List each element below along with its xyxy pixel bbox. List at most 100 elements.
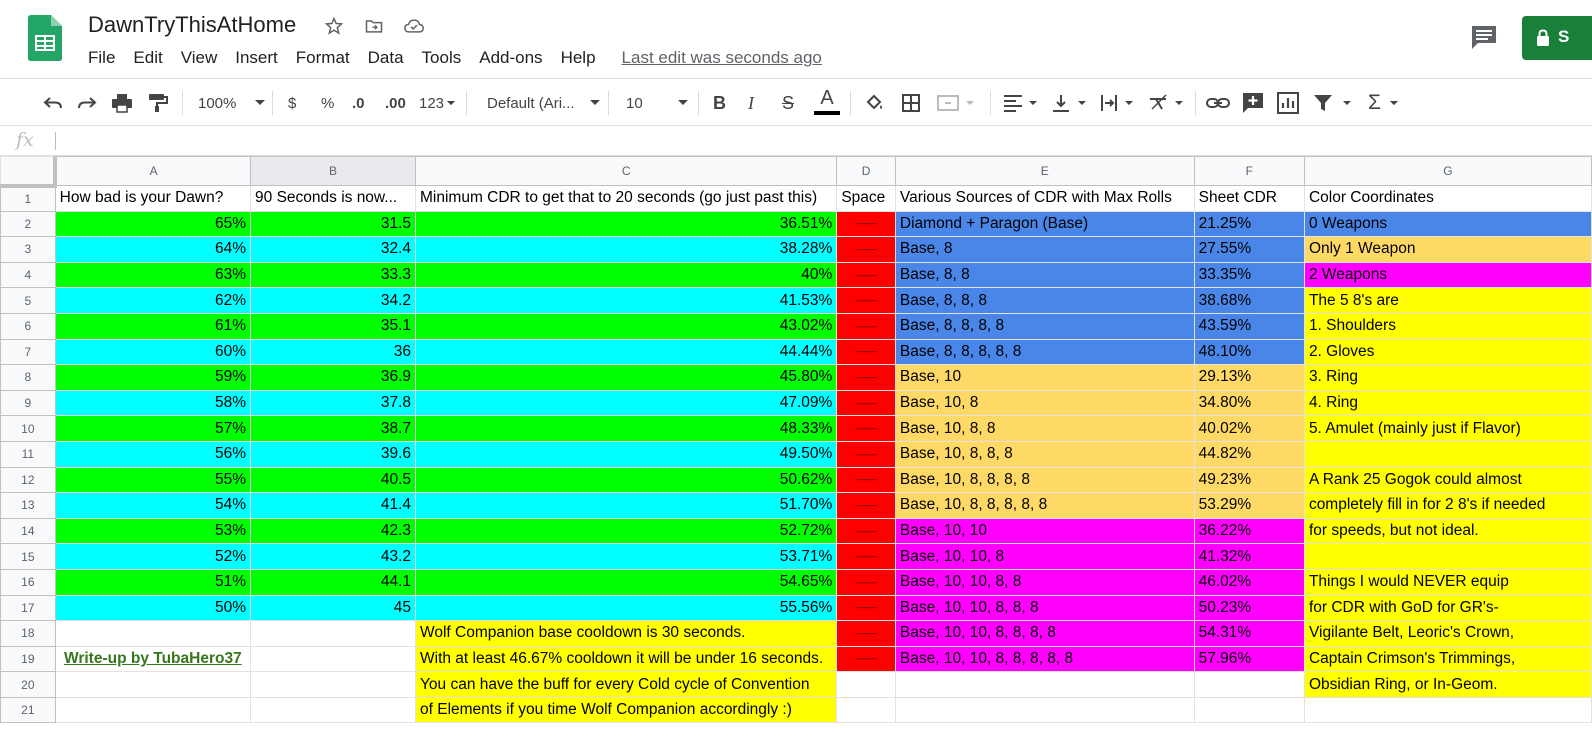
cell[interactable] [250, 671, 416, 698]
cell[interactable]: 36.9 [250, 364, 416, 391]
cell[interactable]: Base, 10, 10, 8, 8, 8, 8 [894, 620, 1195, 647]
cell[interactable]: 53.71% [414, 543, 838, 570]
cell[interactable]: 2 Weapons [1303, 261, 1592, 289]
cell[interactable]: Vigilante Belt, Leoric's Crown, [1303, 620, 1592, 647]
cell[interactable]: Captain Crimson's Trimmings, [1303, 645, 1592, 673]
cell[interactable]: 44.1 [250, 568, 416, 596]
move-folder-icon[interactable] [362, 14, 386, 38]
cell[interactable]: 61% [54, 312, 252, 340]
cell[interactable]: 32.4 [250, 236, 416, 263]
cell[interactable]: -------- [836, 568, 896, 596]
cell[interactable]: 42.3 [250, 517, 416, 545]
cell[interactable] [250, 645, 416, 673]
cell[interactable]: 46.02% [1193, 568, 1305, 596]
cell[interactable]: 4. Ring [1303, 389, 1592, 417]
cell[interactable]: -------- [836, 620, 896, 647]
cell[interactable]: 21.25% [1193, 210, 1305, 238]
row-header[interactable]: 6 [0, 312, 56, 340]
increase-decimal-button[interactable]: .00 [385, 91, 406, 115]
cell[interactable]: 40.02% [1193, 415, 1305, 442]
cell[interactable]: Base, 8, 8, 8, 8, 8 [894, 338, 1195, 366]
cell[interactable]: Sheet CDR [1193, 185, 1305, 212]
cell[interactable]: Base, 10, 8, 8, 8, 8 [894, 466, 1195, 494]
row-header[interactable]: 16 [0, 568, 56, 596]
row-header[interactable]: 15 [0, 543, 56, 570]
last-edit-link[interactable]: Last edit was seconds ago [622, 46, 822, 70]
text-color-button[interactable]: A [814, 87, 840, 119]
select-all-corner[interactable] [0, 156, 58, 188]
cell[interactable]: 1. Shoulders [1303, 312, 1592, 340]
cell[interactable]: 43.2 [250, 543, 416, 570]
cell[interactable]: -------- [836, 287, 896, 314]
cell[interactable]: Diamond + Paragon (Base) [894, 210, 1195, 238]
cell[interactable]: 38.68% [1193, 287, 1305, 314]
cell[interactable]: 56% [54, 440, 252, 468]
cell[interactable]: 0 Weapons [1303, 210, 1592, 238]
horizontal-align-icon[interactable] [1003, 91, 1041, 115]
cell[interactable]: You can have the buff for every Cold cyc… [414, 671, 838, 698]
cell[interactable]: Color Coordinates [1303, 185, 1592, 212]
cloud-saved-icon[interactable] [402, 14, 426, 38]
cell[interactable]: 60% [54, 338, 252, 366]
borders-icon[interactable] [901, 91, 921, 115]
cell[interactable]: 53% [54, 517, 252, 545]
cell[interactable]: How bad is your Dawn? [54, 185, 252, 212]
cell[interactable]: 47.09% [414, 389, 838, 417]
cell[interactable]: 34.80% [1193, 389, 1305, 417]
cell[interactable]: 41.32% [1193, 543, 1305, 570]
cell[interactable]: Base, 10, 10, 8 [894, 543, 1195, 570]
cell[interactable]: 35.1 [250, 312, 416, 340]
cell[interactable]: 50.62% [414, 466, 838, 494]
row-header[interactable]: 20 [0, 671, 56, 698]
menu-format[interactable]: Format [296, 46, 350, 70]
cell[interactable]: of Elements if you time Wolf Companion a… [414, 696, 838, 724]
row-header[interactable]: 4 [0, 261, 56, 289]
menu-file[interactable]: File [88, 46, 115, 70]
cell[interactable]: 3. Ring [1303, 364, 1592, 391]
cell[interactable]: 58% [54, 389, 252, 417]
cell[interactable]: Things I would NEVER equip [1303, 568, 1592, 596]
cell[interactable]: 64% [54, 236, 252, 263]
cell[interactable]: -------- [836, 415, 896, 442]
cell[interactable]: -------- [836, 440, 896, 468]
writeup-link[interactable]: Write-up by TubaHero37 [54, 645, 252, 673]
fill-color-icon[interactable] [864, 91, 884, 115]
row-header[interactable]: 21 [0, 696, 56, 724]
cell[interactable]: 36.22% [1193, 517, 1305, 545]
cell[interactable]: 51% [54, 568, 252, 596]
cell[interactable]: 53.29% [1193, 492, 1305, 519]
insert-chart-icon[interactable] [1277, 91, 1299, 115]
cell[interactable] [894, 696, 1195, 724]
document-title[interactable]: DawnTryThisAtHome [88, 12, 296, 38]
cell[interactable]: Base, 10, 10, 8, 8, 8 [894, 594, 1195, 622]
column-header-f[interactable]: F [1193, 156, 1305, 186]
cell[interactable]: 34.2 [250, 287, 416, 314]
cell[interactable]: -------- [836, 261, 896, 289]
more-formats-button[interactable]: 123 [419, 91, 456, 115]
menu-view[interactable]: View [181, 46, 218, 70]
cell[interactable]: 27.55% [1193, 236, 1305, 263]
cell[interactable]: 55.56% [414, 594, 838, 622]
cell[interactable]: 43.59% [1193, 312, 1305, 340]
cell[interactable]: 90 Seconds is now... [250, 185, 416, 212]
row-header[interactable]: 18 [0, 620, 56, 647]
cell[interactable] [836, 671, 896, 698]
cell[interactable] [894, 671, 1195, 698]
cell[interactable]: 49.50% [414, 440, 838, 468]
cell[interactable]: 50.23% [1193, 594, 1305, 622]
row-header[interactable]: 7 [0, 338, 56, 366]
cell[interactable]: Base, 8, 8, 8, 8 [894, 312, 1195, 340]
cell[interactable]: 29.13% [1193, 364, 1305, 391]
row-header[interactable]: 3 [0, 236, 56, 263]
row-header[interactable]: 11 [0, 440, 56, 468]
insert-comment-icon[interactable] [1242, 91, 1264, 115]
cell[interactable]: 45.80% [414, 364, 838, 391]
cell[interactable]: Space [836, 185, 896, 212]
font-family-select[interactable]: Default (Ari... [487, 91, 601, 115]
cell[interactable]: 44.44% [414, 338, 838, 366]
menu-insert[interactable]: Insert [235, 46, 278, 70]
undo-icon[interactable] [42, 91, 64, 115]
cell[interactable]: 31.5 [250, 210, 416, 238]
percent-format-button[interactable]: % [321, 91, 334, 115]
decrease-decimal-button[interactable]: .0 [352, 91, 365, 115]
